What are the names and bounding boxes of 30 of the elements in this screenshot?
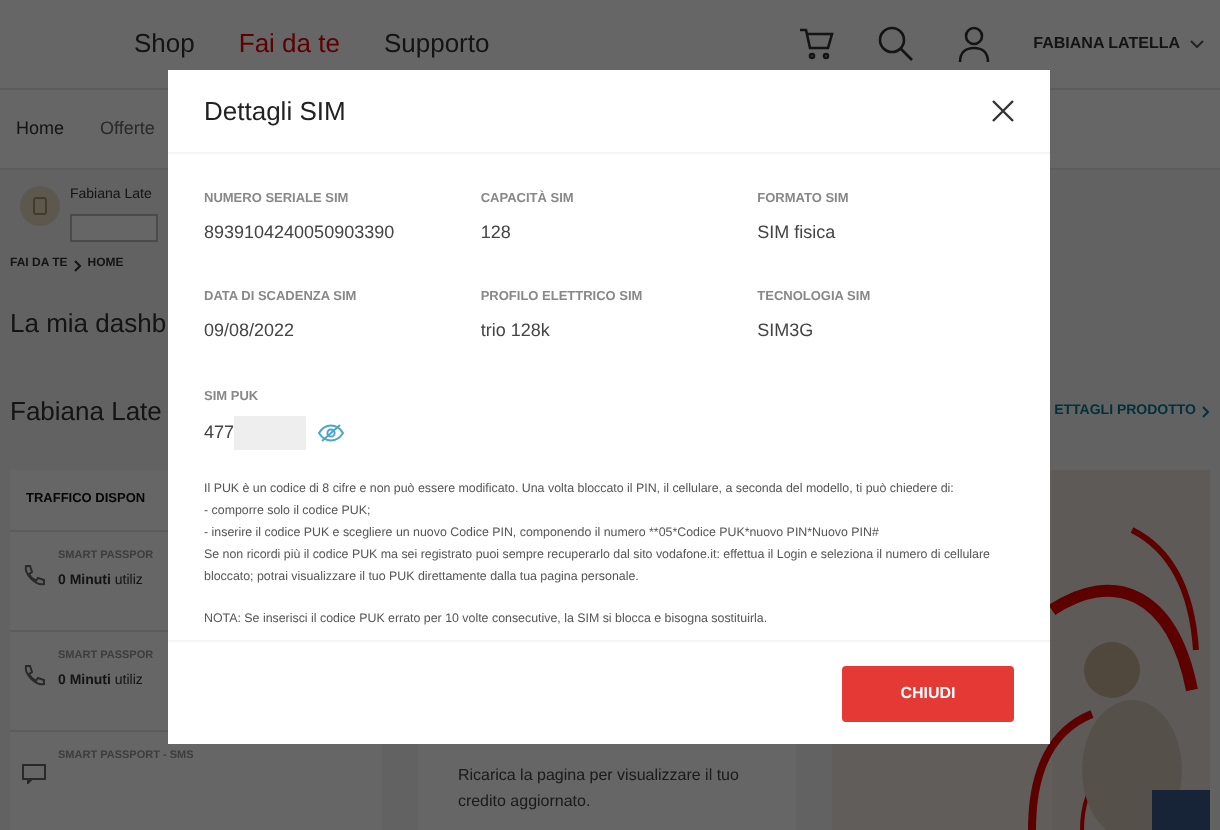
user-menu[interactable]: FABIANA LATELLA <box>1033 32 1204 56</box>
field-value: SIM3G <box>757 318 816 344</box>
message-icon <box>22 763 46 784</box>
chevron-icon <box>1202 406 1210 418</box>
close-button[interactable]: CHIUDI <box>842 665 1014 721</box>
puk-value: 477 <box>204 420 235 446</box>
close-icon[interactable] <box>992 100 1014 122</box>
sub-nav-link[interactable]: Offerte <box>100 115 155 143</box>
field-value: 09/08/2022 <box>204 318 297 344</box>
field-value: 8939104240050903390 <box>204 219 397 246</box>
caret-icon <box>1190 40 1204 48</box>
phone-icon <box>22 663 46 688</box>
line-title: Fabiana Late <box>10 394 162 430</box>
field-value: trio 128k <box>480 318 552 344</box>
eye-slash-icon[interactable] <box>318 424 345 443</box>
user-icon[interactable] <box>957 26 990 62</box>
field-value: SIM fisica <box>757 219 838 246</box>
phone-icon <box>22 563 46 588</box>
search-icon[interactable] <box>877 26 914 62</box>
nav-link[interactable]: Shop <box>134 24 195 64</box>
dialog-title: Dettagli SIM <box>204 93 346 130</box>
page-title: La mia dashb <box>10 306 167 342</box>
sub-nav-link[interactable]: Home <box>16 115 65 143</box>
credit-message: Ricarica la pagina per visualizzare il tuo credito aggiornato. <box>457 764 741 814</box>
avatar-icon <box>20 186 60 226</box>
field-value: 128 <box>480 219 513 246</box>
nav-link[interactable]: Fai da te <box>238 24 340 64</box>
nav-link[interactable]: Supporto <box>383 24 490 64</box>
cart-icon[interactable] <box>797 28 834 60</box>
chevron-icon <box>73 259 82 271</box>
